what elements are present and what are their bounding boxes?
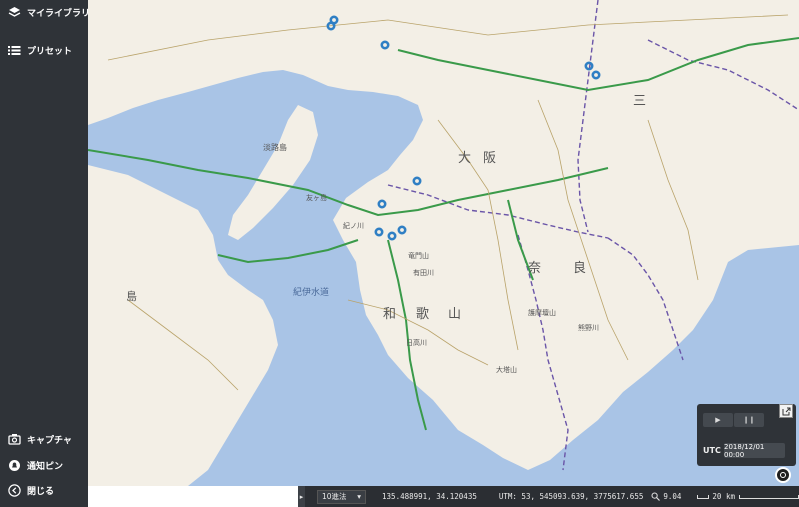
map-label-range: 竜門山 <box>408 251 429 260</box>
scale-bar: 20 km <box>697 492 799 501</box>
scale-tick <box>697 494 710 499</box>
pin-icon <box>7 458 21 472</box>
map-label-range: 紀ノ川 <box>343 221 364 230</box>
chevron-left-icon <box>7 483 21 497</box>
layers-icon <box>7 5 21 19</box>
pause-button[interactable]: ❙❙ <box>734 413 764 427</box>
lonlat-readout: 135.488991, 34.120435 <box>382 492 477 501</box>
sidebar-item-label: 閉じる <box>27 486 55 497</box>
projection-select[interactable]: 10進法 ▾ <box>316 489 367 504</box>
list-icon <box>7 43 21 57</box>
locate-button[interactable] <box>775 467 791 483</box>
map-label-nara2: 良 <box>573 260 586 276</box>
awaji-land <box>228 105 318 240</box>
scale-line <box>739 494 799 499</box>
scale-label: 20 km <box>712 492 735 501</box>
map-label-range: 有田川 <box>413 268 434 277</box>
chevron-right-icon: ▸ <box>299 492 304 501</box>
map-label-kii: 紀伊水道 <box>293 286 329 298</box>
pause-icon: ❙❙ <box>743 416 755 424</box>
play-button[interactable]: ▶ <box>703 413 733 427</box>
sidebar: マイライブラリ プリセット キャプチャ 通知ピン 閉じる <box>0 0 90 507</box>
map-label-mie: 三 <box>633 94 646 109</box>
map-label-nara1: 奈 <box>528 261 541 276</box>
utm-readout: UTM: 53, 545093.639, 3775617.655 <box>498 492 644 501</box>
expand-button[interactable] <box>779 404 793 418</box>
sidebar-item-close[interactable]: 閉じる <box>7 480 54 500</box>
map-label-osaka: 大 <box>458 151 471 166</box>
map-label-range: 熊野川 <box>578 323 599 332</box>
map-label-range: 友ヶ島 <box>306 193 327 202</box>
sidebar-item-label: 通知ピン <box>27 461 64 472</box>
zoom-level: 9.04 <box>663 492 682 501</box>
sidebar-item-capture[interactable]: キャプチャ <box>7 429 72 449</box>
play-icon: ▶ <box>715 416 721 424</box>
map-canvas[interactable]: 大 阪 和 歌 山 奈 良 三 淡路島 島 紀伊水道 紀ノ川 竜門山 護摩壇山 … <box>88 0 799 486</box>
map-label-range: 大塔山 <box>496 365 517 374</box>
camera-icon <box>7 432 21 446</box>
sidebar-item-notify-pin[interactable]: 通知ピン <box>7 455 63 475</box>
sidebar-item-label: マイライブラリ <box>27 8 91 19</box>
zoom-icon <box>651 492 661 501</box>
utc-label: UTC <box>703 446 721 455</box>
map-label-wakayama1: 和 <box>383 307 396 322</box>
status-toggle-button[interactable]: ▸ <box>298 486 305 507</box>
map-label-wakayama3: 山 <box>448 307 461 322</box>
map-label-range: 護摩壇山 <box>528 308 556 317</box>
map-label-island: 島 <box>126 289 137 303</box>
map-label-range: 日高川 <box>406 338 427 347</box>
map-svg: 大 阪 和 歌 山 奈 良 三 淡路島 島 紀伊水道 紀ノ川 竜門山 護摩壇山 … <box>88 0 799 486</box>
map-label-awaji: 淡路島 <box>263 142 287 152</box>
status-bar: ▸ 10進法 ▾ 135.488991, 34.120435 UTM: 53, … <box>298 486 799 507</box>
sidebar-item-my-library[interactable]: マイライブラリ <box>7 2 90 22</box>
projection-value: 10進法 <box>321 492 347 501</box>
sidebar-item-label: キャプチャ <box>27 435 72 446</box>
zoom-readout: 9.04 <box>651 492 681 501</box>
datetime-field[interactable]: 2018/12/01 00:00 <box>724 443 785 459</box>
map-label-osaka2: 阪 <box>483 151 496 166</box>
chevron-down-icon: ▾ <box>357 492 362 501</box>
map-label-wakayama2: 歌 <box>416 307 429 322</box>
sidebar-item-label: プリセット <box>27 46 73 57</box>
sidebar-item-presets[interactable]: プリセット <box>7 40 72 60</box>
external-link-icon <box>782 407 790 415</box>
